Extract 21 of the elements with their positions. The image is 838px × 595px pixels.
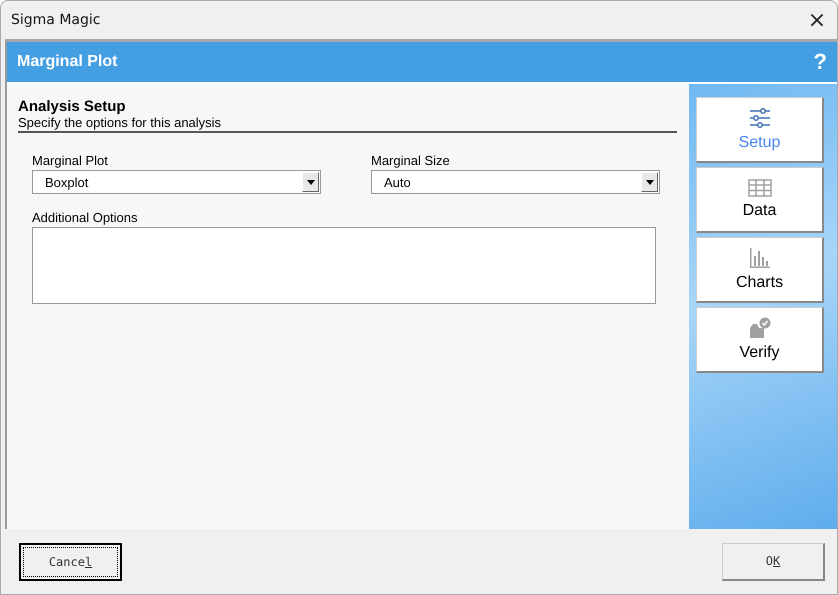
bar-chart-icon [748,247,770,269]
dialog-button[interactable]: Cancel [19,542,122,580]
section-title: Analysis Setup [18,98,127,115]
sliders-icon [748,107,770,129]
table-icon [748,179,772,197]
nav-tab[interactable]: Data [696,167,824,233]
nav-tab[interactable]: Charts [696,237,824,303]
dialog-heading: Marginal Plot [17,53,118,71]
dropdown-field[interactable]: Boxplot [32,170,321,194]
window-title: Sigma Magic [11,12,100,28]
nav-tab[interactable]: Verify [696,307,824,373]
field-label: Marginal Size [371,153,451,168]
field-label: Additional Options [32,210,139,225]
nav-tab[interactable]: Setup [696,97,824,163]
section-subtitle: Specify the options for this analysis [18,115,222,131]
inbox-check-icon [748,317,772,339]
field-label: Marginal Plot [32,153,109,168]
close-button[interactable]: × [797,2,837,38]
dialog-button[interactable]: OK [722,542,825,580]
options-text-area[interactable] [32,227,656,304]
dropdown-field[interactable]: Auto [371,170,660,194]
